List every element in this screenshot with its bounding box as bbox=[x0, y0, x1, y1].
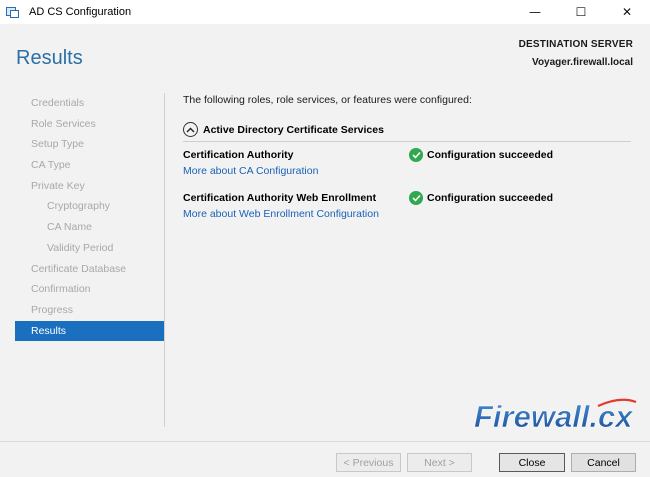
title-bar: AD CS Configuration — ☐ ✕ bbox=[0, 0, 650, 24]
wizard-header: Results DESTINATION SERVER Voyager.firew… bbox=[0, 24, 650, 82]
close-icon: ✕ bbox=[621, 5, 633, 19]
result-link[interactable]: More about Web Enrollment Configuration bbox=[183, 208, 379, 220]
status-text: Configuration succeeded bbox=[427, 192, 554, 204]
nav-divider bbox=[164, 93, 165, 427]
nav-item-private-key: Private Key bbox=[31, 179, 85, 192]
app-icon bbox=[6, 6, 20, 18]
success-check-icon bbox=[409, 148, 423, 162]
intro-text: The following roles, role services, or f… bbox=[183, 94, 472, 106]
page-title: Results bbox=[16, 47, 83, 69]
nav-item-confirmation: Confirmation bbox=[31, 283, 91, 296]
results-panel: The following roles, role services, or f… bbox=[183, 93, 633, 220]
nav-item-credentials: Credentials bbox=[31, 97, 85, 109]
section-title: Active Directory Certificate Services bbox=[203, 123, 384, 136]
minimize-button[interactable]: — bbox=[512, 0, 558, 24]
nav-item-setup-type: Setup Type bbox=[31, 138, 84, 151]
close-button[interactable]: Close bbox=[499, 453, 565, 472]
result-name: Certification Authority bbox=[183, 149, 294, 161]
footer-divider bbox=[0, 441, 650, 442]
collapse-chevron-up-icon[interactable] bbox=[183, 122, 198, 137]
section-header: Active Directory Certificate Services bbox=[183, 118, 631, 142]
result-status: Configuration succeeded bbox=[409, 191, 553, 205]
minimize-icon: — bbox=[529, 5, 541, 19]
status-text: Configuration succeeded bbox=[427, 149, 554, 161]
wizard-nav: Credentials Role Services Setup Type CA Typ… bbox=[15, 93, 165, 342]
maximize-button[interactable]: ☐ bbox=[558, 0, 604, 24]
nav-item-progress: Progress bbox=[31, 303, 74, 316]
previous-button[interactable]: < Previous bbox=[336, 453, 401, 472]
nav-item-role-services: Role Services bbox=[31, 117, 96, 130]
destination-server-name: Voyager.firewall.local bbox=[532, 57, 633, 68]
next-button[interactable]: Next > bbox=[407, 453, 472, 472]
result-name: Certification Authority Web Enrollment bbox=[183, 192, 377, 204]
cancel-button[interactable]: Cancel bbox=[571, 453, 636, 472]
nav-item-ca-type: CA Type bbox=[31, 159, 71, 172]
nav-item-ca-name: CA Name bbox=[47, 221, 92, 234]
nav-item-results[interactable]: Results bbox=[15, 320, 165, 342]
close-window-button[interactable]: ✕ bbox=[604, 0, 650, 24]
destination-server-label: DESTINATION SERVER bbox=[518, 39, 633, 50]
result-status: Configuration succeeded bbox=[409, 148, 553, 162]
result-link[interactable]: More about CA Configuration bbox=[183, 165, 318, 177]
window-title: AD CS Configuration bbox=[29, 6, 132, 18]
success-check-icon bbox=[409, 191, 423, 205]
nav-item-cryptography: Cryptography bbox=[47, 200, 111, 213]
maximize-icon: ☐ bbox=[575, 5, 587, 19]
firewall-cx-watermark-logo: Firewall.cx bbox=[474, 398, 637, 434]
nav-item-certificate-database: Certificate Database bbox=[31, 262, 127, 275]
nav-item-validity-period: Validity Period bbox=[47, 241, 114, 254]
watermark-text: Firewall.cx bbox=[474, 399, 634, 434]
